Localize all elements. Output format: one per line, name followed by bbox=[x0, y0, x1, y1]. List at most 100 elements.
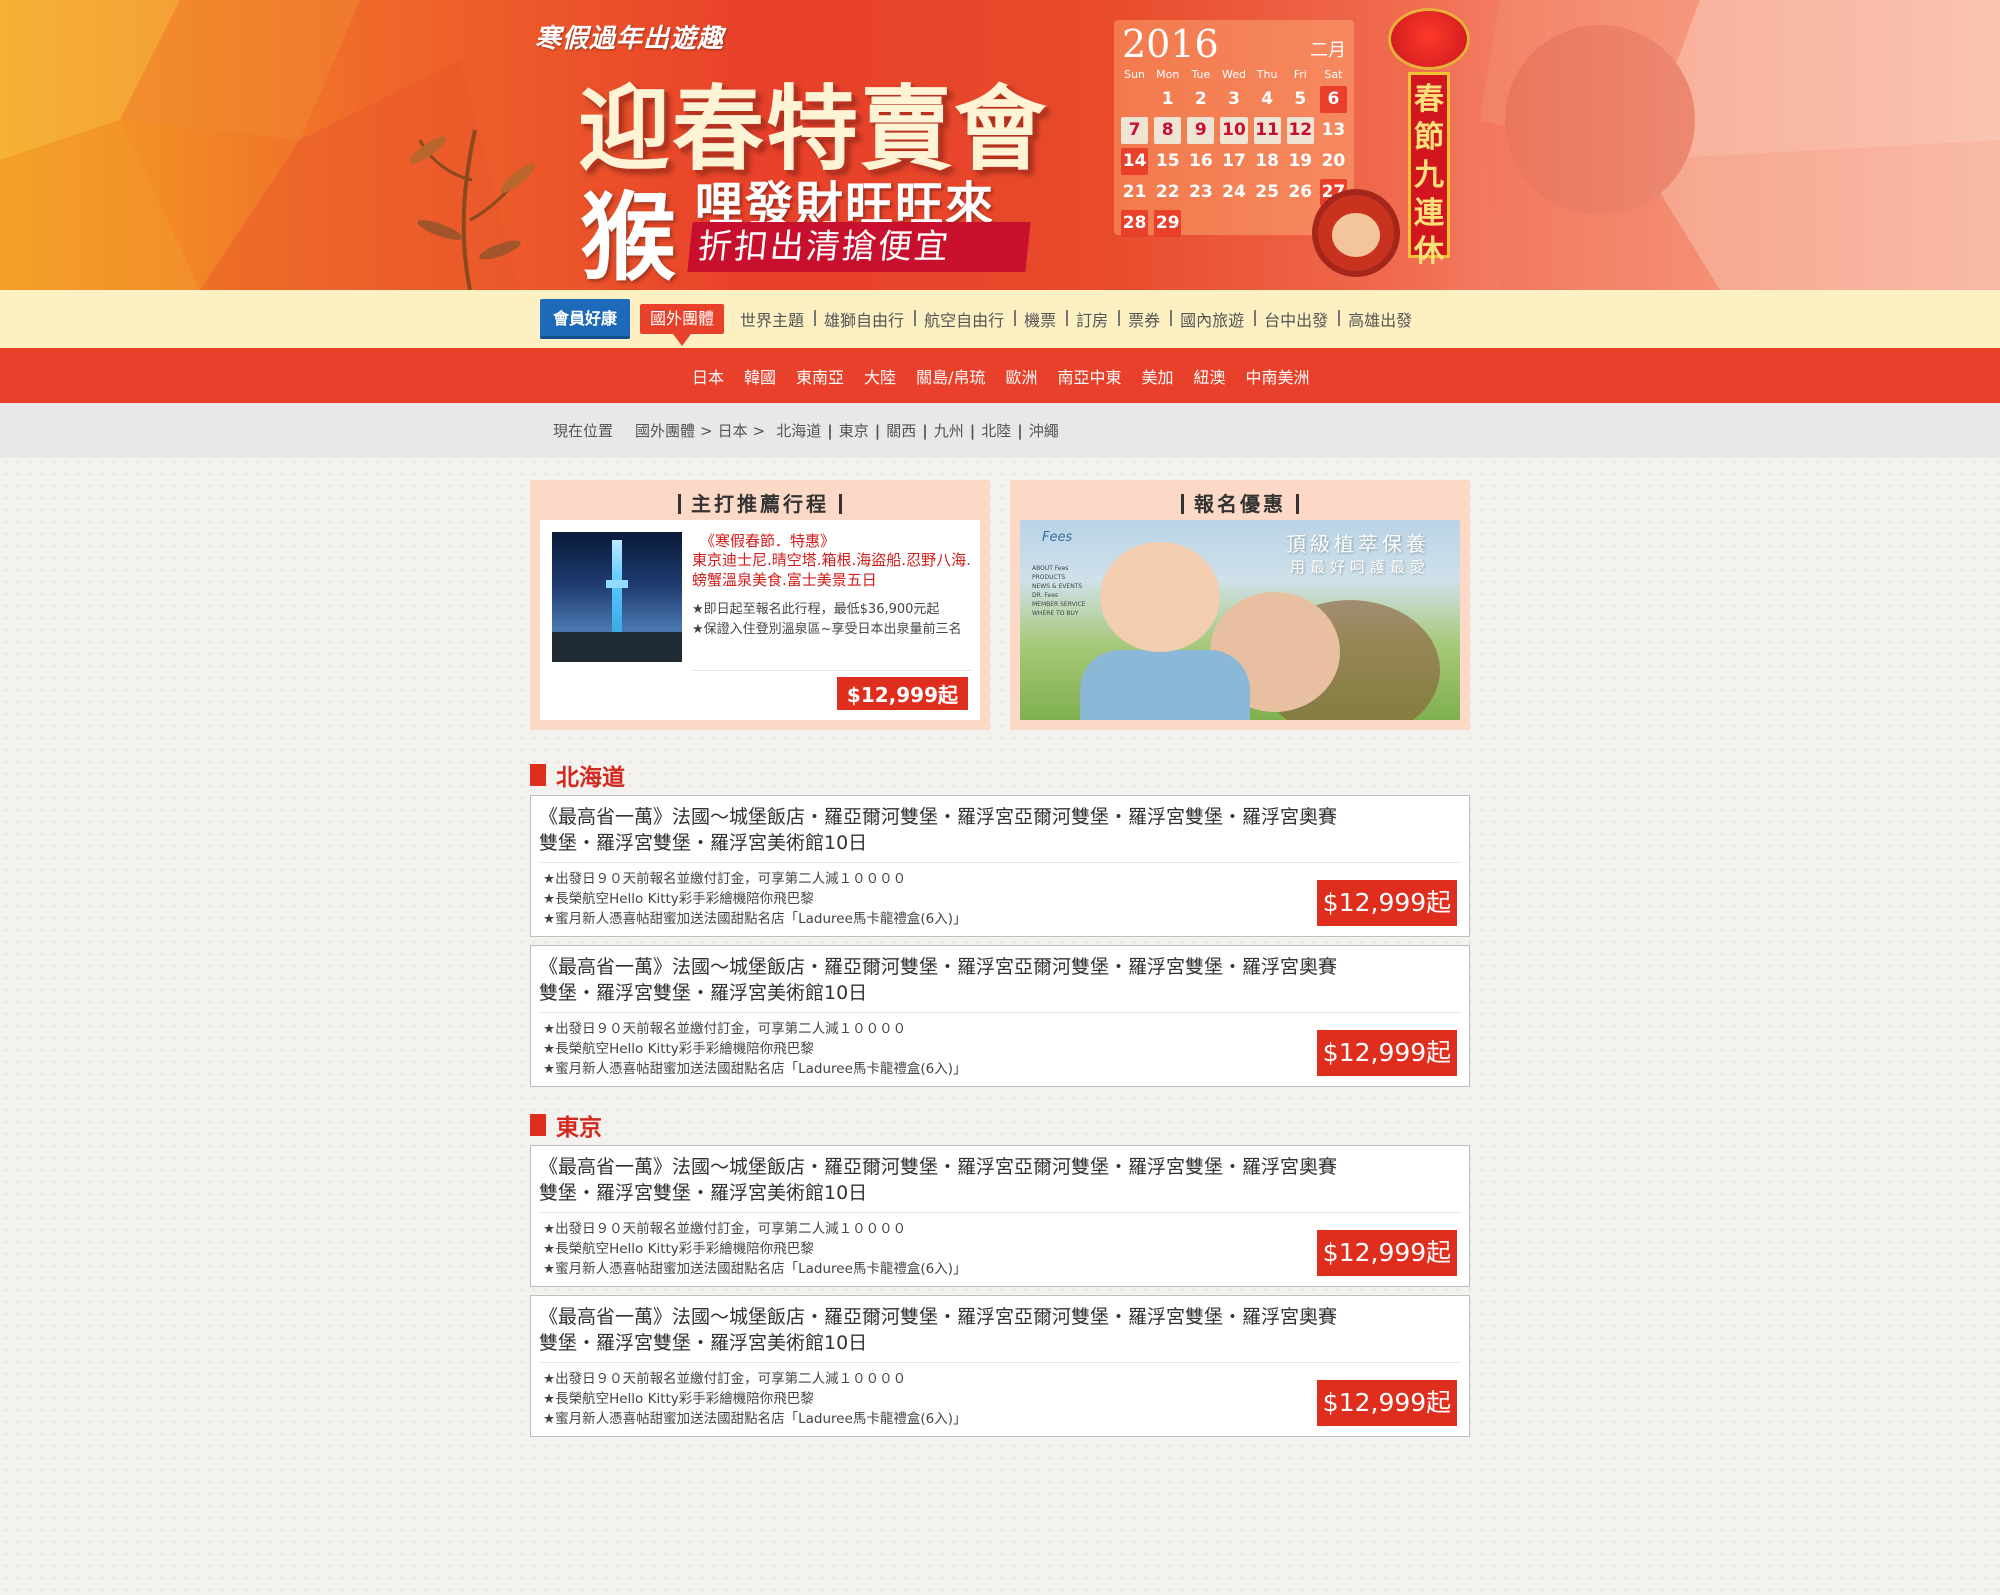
region-europe[interactable]: 歐洲 bbox=[995, 364, 1047, 388]
nav-item-tickets[interactable]: 票券 bbox=[1118, 307, 1170, 331]
calendar-day: 16 bbox=[1189, 151, 1213, 171]
trip-bullet: ★蜜月新人憑喜帖甜蜜加送法國甜點名店「Laduree馬卡龍禮盒(6入)」 bbox=[543, 1061, 967, 1077]
area-link-hokuriku[interactable]: 北陸 bbox=[981, 420, 1011, 441]
calendar-day: 9 bbox=[1187, 117, 1215, 144]
calendar-day: 11 bbox=[1253, 117, 1281, 144]
main-nav: 會員好康 國外團體 世界主題 雄獅自由行 航空自由行 機票 訂房 票券 國內旅遊… bbox=[0, 290, 2000, 348]
trip-card[interactable]: 《最高省一萬》法國～城堡飯店・羅亞爾河雙堡・羅浮宮亞爾河雙堡・羅浮宮雙堡・羅浮宮… bbox=[530, 1295, 1470, 1437]
promo-title: 報名優惠 bbox=[1010, 488, 1470, 517]
trip-bullet: ★長榮航空Hello Kitty彩手彩繪機陪你飛巴黎 bbox=[543, 891, 814, 907]
calendar-year: 2016 bbox=[1122, 22, 1219, 66]
trip-bullet: ★出發日９０天前報名並繳付訂金，可享第二人減１００００ bbox=[543, 1221, 907, 1237]
calendar-day: 13 bbox=[1321, 120, 1346, 140]
trip-title[interactable]: 《最高省一萬》法國～城堡飯店・羅亞爾河雙堡・羅浮宮亞爾河雙堡・羅浮宮雙堡・羅浮宮… bbox=[539, 804, 1339, 856]
region-southeast-asia[interactable]: 東南亞 bbox=[786, 364, 854, 388]
couplet-char: 連 bbox=[1414, 196, 1444, 231]
nav-item-flights[interactable]: 機票 bbox=[1014, 307, 1066, 331]
nav-item-world-themes[interactable]: 世界主題 bbox=[730, 307, 814, 331]
breadcrumb-separator: > bbox=[700, 421, 713, 440]
trip-card[interactable]: 《最高省一萬》法國～城堡飯店・羅亞爾河雙堡・羅浮宮亞爾河雙堡・羅浮宮雙堡・羅浮宮… bbox=[530, 795, 1470, 937]
calendar-day: 3 bbox=[1228, 89, 1240, 109]
breadcrumb-link[interactable]: 國外團體 bbox=[635, 420, 695, 441]
nav-item-air-fit[interactable]: 航空自由行 bbox=[914, 307, 1014, 331]
breadcrumb-link[interactable]: 日本 bbox=[718, 420, 748, 441]
trip-title[interactable]: 《最高省一萬》法國～城堡飯店・羅亞爾河雙堡・羅浮宮亞爾河雙堡・羅浮宮雙堡・羅浮宮… bbox=[539, 1154, 1339, 1206]
breadcrumb-separator: > bbox=[752, 421, 766, 440]
weekday: Sat bbox=[1324, 68, 1343, 81]
section-heading-hokkaido: 北海道 bbox=[530, 758, 625, 792]
trip-bullet: ★蜜月新人憑喜帖甜蜜加送法國甜點名店「Laduree馬卡龍禮盒(6入)」 bbox=[543, 1411, 967, 1427]
trip-price-button[interactable]: $12,999起 bbox=[1317, 1380, 1457, 1426]
promo-logo: Fees bbox=[1042, 530, 1073, 545]
region-japan[interactable]: 日本 bbox=[682, 364, 734, 388]
promo-ad-image[interactable]: Fees ABOUT Fees PRODUCTS NEWS & EVENTS D… bbox=[1020, 520, 1460, 720]
area-link-kyushu[interactable]: 九州 bbox=[934, 420, 964, 441]
calendar-day: 28 bbox=[1121, 210, 1149, 237]
region-guam-palau[interactable]: 關島/帛琉 bbox=[906, 364, 995, 388]
trip-bullet: ★長榮航空Hello Kitty彩手彩繪機陪你飛巴黎 bbox=[543, 1391, 814, 1407]
calendar-day: 25 bbox=[1255, 182, 1279, 202]
trip-bullet: ★蜜月新人憑喜帖甜蜜加送法國甜點名店「Laduree馬卡龍禮盒(6入)」 bbox=[543, 911, 967, 927]
featured-price-button[interactable]: $12,999起 bbox=[836, 677, 968, 710]
trip-bullet: ★出發日９０天前報名並繳付訂金，可享第二人減１００００ bbox=[543, 1371, 907, 1387]
nav-item-group-tours[interactable]: 國外團體 bbox=[640, 304, 725, 346]
divider bbox=[539, 1012, 1461, 1013]
featured-title-text: 主打推薦行程 bbox=[691, 492, 829, 516]
region-usa-canada[interactable]: 美加 bbox=[1132, 364, 1184, 388]
nav-item-domestic[interactable]: 國內旅遊 bbox=[1170, 307, 1254, 331]
weekday: Fri bbox=[1293, 68, 1307, 81]
calendar-day: 14 bbox=[1121, 148, 1149, 175]
area-link-hokkaido[interactable]: 北海道 bbox=[776, 420, 821, 441]
calendar-empty-cell bbox=[1251, 210, 1284, 237]
trip-title[interactable]: 《最高省一萬》法國～城堡飯店・羅亞爾河雙堡・羅浮宮亞爾河雙堡・羅浮宮雙堡・羅浮宮… bbox=[539, 1304, 1339, 1356]
divider bbox=[539, 1212, 1461, 1213]
calendar-day: 21 bbox=[1122, 182, 1147, 202]
area-link-okinawa[interactable]: 沖繩 bbox=[1029, 420, 1059, 441]
calendar-day: 12 bbox=[1286, 117, 1314, 144]
couplet-char: 節 bbox=[1414, 120, 1444, 155]
weekday: Mon bbox=[1156, 68, 1180, 81]
featured-bullet: ★保證入住登別溫泉區~享受日本出泉量前三名 bbox=[692, 622, 962, 637]
nav-item-hotels[interactable]: 訂房 bbox=[1066, 307, 1118, 331]
featured-tour-box: 主打推薦行程 《寒假春節．特惠》 東京迪士尼.晴空塔.箱根.海盜船.忍野八海.螃… bbox=[530, 480, 990, 730]
trip-bullet: ★長榮航空Hello Kitty彩手彩繪機陪你飛巴黎 bbox=[543, 1241, 814, 1257]
calendar-day: 24 bbox=[1222, 182, 1246, 202]
section-title: 北海道 bbox=[556, 765, 625, 791]
calendar-day: 8 bbox=[1154, 117, 1182, 144]
area-link-kansai[interactable]: 關西 bbox=[886, 420, 916, 441]
member-deals-button[interactable]: 會員好康 bbox=[540, 299, 631, 339]
region-australia-nz[interactable]: 紐澳 bbox=[1184, 364, 1236, 388]
divider bbox=[539, 1362, 1461, 1363]
nav-item-taichung-departure[interactable]: 台中出發 bbox=[1254, 307, 1338, 331]
skytree-photo[interactable] bbox=[552, 532, 682, 662]
trip-price-button[interactable]: $12,999起 bbox=[1317, 1230, 1457, 1276]
section-heading-tokyo: 東京 bbox=[530, 1108, 602, 1142]
breadcrumb: 現在位置 國外團體 > 日本 > 北海道 | 東京 | 關西 | 九州 | 北陸… bbox=[0, 403, 2000, 458]
trip-card[interactable]: 《最高省一萬》法國～城堡飯店・羅亞爾河雙堡・羅浮宮亞爾河雙堡・羅浮宮雙堡・羅浮宮… bbox=[530, 1145, 1470, 1287]
calendar-empty-cell bbox=[1118, 86, 1151, 113]
region-latin-america[interactable]: 中南美洲 bbox=[1236, 364, 1320, 388]
calendar-day: 1 bbox=[1161, 89, 1174, 109]
divider: | bbox=[969, 421, 976, 440]
calendar-day: 2 bbox=[1194, 89, 1207, 109]
nav-item-kaohsiung-departure[interactable]: 高雄出發 bbox=[1338, 307, 1422, 331]
featured-bullet: ★即日起至報名此行程，最低$36,900元起 bbox=[692, 602, 940, 617]
trip-title[interactable]: 《最高省一萬》法國～城堡飯店・羅亞爾河雙堡・羅浮宮亞爾河雙堡・羅浮宮雙堡・羅浮宮… bbox=[539, 954, 1339, 1006]
trip-price-button[interactable]: $12,999起 bbox=[1317, 880, 1457, 926]
couplet-banner: 春節九連休 bbox=[1408, 72, 1450, 269]
calendar: 2016 二月 Sun Mon Tue Wed Thu Fri Sat 1234… bbox=[1114, 20, 1354, 237]
region-china[interactable]: 大陸 bbox=[854, 364, 906, 388]
region-south-asia-middle-east[interactable]: 南亞中東 bbox=[1047, 364, 1131, 388]
promo-box: 報名優惠 Fees ABOUT Fees PRODUCTS NEWS & EVE… bbox=[1010, 480, 1470, 730]
nav-item-lion-fit[interactable]: 雄獅自由行 bbox=[814, 307, 914, 331]
couplet-char: 九 bbox=[1414, 158, 1444, 193]
featured-bullets: ★即日起至報名此行程，最低$36,900元起 ★保證入住登別溫泉區~享受日本出泉… bbox=[692, 600, 974, 640]
calendar-day: 18 bbox=[1255, 151, 1279, 171]
divider: | bbox=[1017, 421, 1023, 440]
region-korea[interactable]: 韓國 bbox=[734, 364, 786, 388]
featured-tour-name[interactable]: 東京迪士尼.晴空塔.箱根.海盜船.忍野八海.螃蟹溫泉美食.富士美景五日 bbox=[692, 550, 972, 590]
area-link-tokyo[interactable]: 東京 bbox=[839, 420, 869, 441]
trip-price-button[interactable]: $12,999起 bbox=[1317, 1030, 1457, 1076]
trip-card[interactable]: 《最高省一萬》法國～城堡飯店・羅亞爾河雙堡・羅浮宮亞爾河雙堡・羅浮宮雙堡・羅浮宮… bbox=[530, 945, 1470, 1087]
featured-tour-card[interactable]: 《寒假春節．特惠》 東京迪士尼.晴空塔.箱根.海盜船.忍野八海.螃蟹溫泉美食.富… bbox=[540, 520, 980, 720]
